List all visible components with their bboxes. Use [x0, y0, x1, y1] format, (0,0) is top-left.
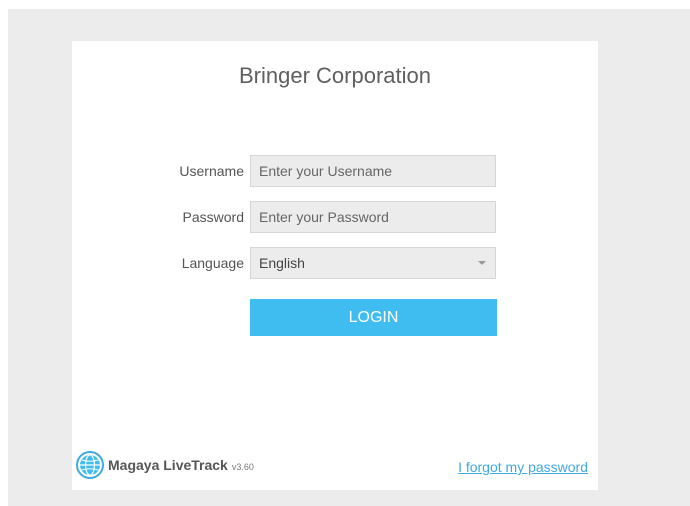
username-input[interactable] — [250, 155, 496, 187]
brand-footer: Magaya LiveTrack v3.60 — [76, 450, 254, 480]
version-label: v3.60 — [231, 461, 254, 472]
language-select[interactable]: English — [250, 247, 496, 279]
language-label: Language — [181, 255, 244, 271]
page-background: Bringer Corporation Username Password La… — [8, 9, 690, 506]
brand-name: Magaya LiveTrack — [108, 457, 228, 473]
login-card: Bringer Corporation Username Password La… — [72, 41, 598, 490]
dropdown-caret-icon — [478, 261, 486, 265]
company-title: Bringer Corporation — [239, 63, 431, 88]
password-label: Password — [182, 209, 244, 225]
globe-icon — [76, 451, 104, 479]
login-button[interactable]: LOGIN — [250, 299, 497, 336]
password-input[interactable] — [250, 201, 496, 233]
forgot-password-link[interactable]: I forgot my password — [458, 459, 588, 475]
language-value: English — [259, 255, 305, 271]
username-label: Username — [179, 163, 244, 179]
